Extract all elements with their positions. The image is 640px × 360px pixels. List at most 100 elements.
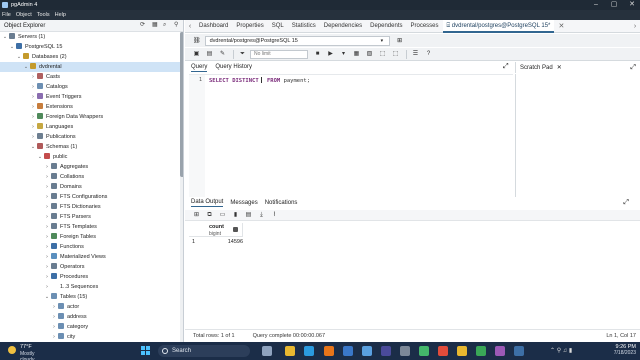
- tree-item[interactable]: › Catalogs: [0, 82, 180, 92]
- sql-editor[interactable]: 1 SELECT DISTINCT FROM payment;: [189, 74, 513, 199]
- explorer-scrollbar-thumb[interactable]: [180, 32, 183, 177]
- tab-query[interactable]: Query: [191, 64, 208, 72]
- save-file-icon[interactable]: ▤: [204, 50, 215, 59]
- app-icon[interactable]: [419, 346, 429, 356]
- tabs-prev-icon[interactable]: ‹: [185, 23, 195, 30]
- stop-icon[interactable]: ■: [312, 50, 323, 59]
- file-explorer-icon[interactable]: [285, 346, 295, 356]
- menu-help[interactable]: Help: [55, 12, 66, 18]
- chevron-down-icon[interactable]: ⌄: [44, 292, 50, 302]
- chrome-icon[interactable]: [476, 346, 486, 356]
- scratch-pad-expand-icon[interactable]: ⤢: [630, 64, 636, 72]
- add-row-icon[interactable]: ⊞: [191, 211, 202, 219]
- close-tab-icon[interactable]: ✕: [556, 22, 566, 30]
- tree-item[interactable]: › Foreign Data Wrappers: [0, 112, 180, 122]
- chevron-right-icon[interactable]: ›: [30, 92, 36, 102]
- chevron-right-icon[interactable]: ›: [44, 172, 50, 182]
- help-icon[interactable]: ?: [423, 50, 434, 59]
- vlc-icon[interactable]: [324, 346, 334, 356]
- maximize-button[interactable]: ▢: [606, 0, 622, 10]
- chevron-down-icon[interactable]: ⌄: [16, 52, 22, 62]
- tree-item[interactable]: › FTS Parsers: [0, 212, 180, 222]
- tree-item[interactable]: › FTS Dictionaries: [0, 202, 180, 212]
- app-icon[interactable]: [495, 346, 505, 356]
- chevron-right-icon[interactable]: ›: [44, 202, 50, 212]
- chevron-right-icon[interactable]: ›: [30, 82, 36, 92]
- tree-item[interactable]: › Aggregates: [0, 162, 180, 172]
- table-view-icon[interactable]: ▦: [152, 22, 159, 29]
- execute-icon[interactable]: ▶: [325, 50, 336, 59]
- chevron-right-icon[interactable]: ›: [30, 122, 36, 132]
- new-connection-icon[interactable]: ⊞: [397, 37, 402, 44]
- tree-item[interactable]: › Casts: [0, 72, 180, 82]
- macros-icon[interactable]: ☰: [410, 50, 421, 59]
- chevron-down-icon[interactable]: ⌄: [2, 32, 8, 42]
- tree-item[interactable]: › Operators: [0, 262, 180, 272]
- tree-item[interactable]: ⌄ Servers (1): [0, 32, 180, 42]
- tab-notifications[interactable]: Notifications: [265, 200, 298, 207]
- chevron-right-icon[interactable]: ›: [44, 242, 50, 252]
- result-cell[interactable]: 14596: [209, 239, 243, 245]
- chevron-right-icon[interactable]: ›: [51, 322, 57, 332]
- tree-item[interactable]: › FTS Configurations: [0, 192, 180, 202]
- tray-icons[interactable]: ⌃ ⚲ ♫ ▮: [550, 346, 594, 356]
- tree-item[interactable]: ⌄ Schemas (1): [0, 142, 180, 152]
- chevron-right-icon[interactable]: ›: [30, 112, 36, 122]
- output-expand-icon[interactable]: ⤢: [623, 199, 629, 208]
- filter-icon[interactable]: ⏷: [237, 50, 248, 59]
- chrome-icon[interactable]: [457, 346, 467, 356]
- menu-object[interactable]: Object: [16, 12, 32, 18]
- editor-expand-icon[interactable]: ⤢: [503, 63, 509, 72]
- clock[interactable]: 9:26 PM 7/18/2023: [614, 344, 636, 356]
- tree-item[interactable]: › Foreign Tables: [0, 232, 180, 242]
- explain-analyze-icon[interactable]: ▧: [364, 50, 375, 59]
- pgadmin-taskbar-icon[interactable]: [514, 346, 524, 356]
- tab-properties[interactable]: Properties: [232, 20, 267, 33]
- store-icon[interactable]: [362, 346, 372, 356]
- chevron-down-icon[interactable]: ⌄: [23, 62, 29, 72]
- chevron-right-icon[interactable]: ›: [44, 252, 50, 262]
- limit-select[interactable]: No limit: [250, 49, 308, 59]
- chevron-down-icon[interactable]: ⌄: [9, 42, 15, 52]
- chevron-right-icon[interactable]: ›: [51, 302, 57, 312]
- tree-item[interactable]: › category: [0, 322, 180, 332]
- tree-item[interactable]: ⌄ public: [0, 152, 180, 162]
- chevron-right-icon[interactable]: ›: [44, 192, 50, 202]
- tree-item[interactable]: ⌄ Tables (15): [0, 292, 180, 302]
- taskview-icon[interactable]: [262, 346, 272, 356]
- scratch-pad-area[interactable]: [515, 74, 640, 198]
- tree-item[interactable]: › Event Triggers: [0, 92, 180, 102]
- connection-select[interactable]: dvdrental/postgres@PostgreSQL 15: [204, 35, 390, 46]
- taskbar-search[interactable]: Search: [158, 345, 250, 357]
- tree-item[interactable]: ⌄ PostgreSQL 15: [0, 42, 180, 52]
- graph-icon[interactable]: ⌇: [269, 211, 280, 219]
- chevron-right-icon[interactable]: ›: [44, 282, 50, 292]
- menu-file[interactable]: File: [2, 12, 11, 18]
- query-tool-icon[interactable]: ⌕: [163, 22, 170, 29]
- minimize-button[interactable]: –: [588, 0, 604, 10]
- chevron-right-icon[interactable]: ›: [30, 102, 36, 112]
- execute-dropdown-icon[interactable]: ▾: [338, 50, 349, 59]
- chevron-right-icon[interactable]: ›: [51, 312, 57, 322]
- column-name[interactable]: count: [209, 224, 224, 230]
- chevron-right-icon[interactable]: ›: [30, 72, 36, 82]
- paste-icon[interactable]: ▭: [217, 211, 228, 219]
- connection-dropdown-icon[interactable]: ▾: [381, 38, 384, 44]
- tree-item[interactable]: ⌄ Databases (2): [0, 52, 180, 62]
- tab-query-history[interactable]: Query History: [215, 64, 252, 71]
- rollback-icon[interactable]: ⬚: [390, 50, 401, 59]
- camera-icon[interactable]: [400, 346, 410, 356]
- search-icon[interactable]: ⚲: [174, 22, 181, 29]
- tab-statistics[interactable]: Statistics: [288, 20, 320, 33]
- tab-dependents[interactable]: Dependents: [366, 20, 406, 33]
- tab-sql[interactable]: SQL: [268, 20, 288, 33]
- tab-messages[interactable]: Messages: [230, 200, 257, 207]
- tree-item[interactable]: ⌄ dvdrental: [0, 62, 180, 72]
- tree-item[interactable]: › Extensions: [0, 102, 180, 112]
- open-file-icon[interactable]: ▣: [191, 50, 202, 59]
- chevron-right-icon[interactable]: ›: [44, 232, 50, 242]
- sql-code[interactable]: SELECT DISTINCT FROM payment;: [209, 77, 310, 84]
- copy-icon[interactable]: ⧉: [204, 211, 215, 219]
- tree-item[interactable]: › Languages: [0, 122, 180, 132]
- save-data-icon[interactable]: ▤: [243, 211, 254, 219]
